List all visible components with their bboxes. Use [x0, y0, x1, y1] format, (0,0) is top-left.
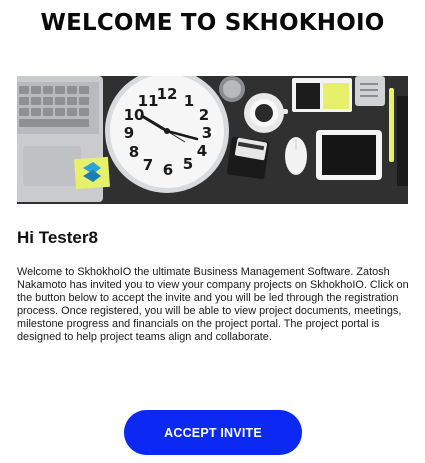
tablet-image: [316, 130, 382, 180]
phone-image: [226, 136, 270, 180]
notebook-image: [292, 78, 352, 112]
mouse-image: [285, 137, 307, 175]
greeting-heading: Hi Tester8: [17, 228, 98, 247]
accept-invite-button[interactable]: ACCEPT INVITE: [124, 410, 302, 455]
clock-number-8: 8: [129, 143, 139, 161]
sticky-note-logo: [73, 156, 111, 190]
clock-number-9: 9: [124, 124, 134, 142]
paperclips-image: [355, 76, 385, 106]
clock-number-12: 12: [157, 85, 178, 103]
invite-message-text: Welcome to SkhokhoIO the ultimate Busine…: [17, 266, 409, 344]
clock-number-6: 6: [163, 161, 173, 179]
hero-image: 12 1 2 3 4 5 6 7 8 9 10 11: [17, 76, 408, 204]
page-title: WELCOME TO SKHOKHOIO: [40, 10, 385, 36]
clock-number-2: 2: [199, 106, 209, 124]
invite-message: Welcome to SkhokhoIO the ultimate Busine…: [17, 266, 409, 345]
pen-image: [389, 88, 394, 162]
clock-number-11: 11: [138, 92, 159, 110]
clock-number-4: 4: [197, 142, 207, 160]
clock-number-5: 5: [183, 155, 193, 173]
clock-number-1: 1: [184, 92, 194, 110]
clock-number-3: 3: [202, 124, 212, 142]
glass-image: [219, 76, 245, 102]
accept-invite-label: ACCEPT INVITE: [164, 425, 262, 440]
clock-number-7: 7: [143, 156, 153, 174]
